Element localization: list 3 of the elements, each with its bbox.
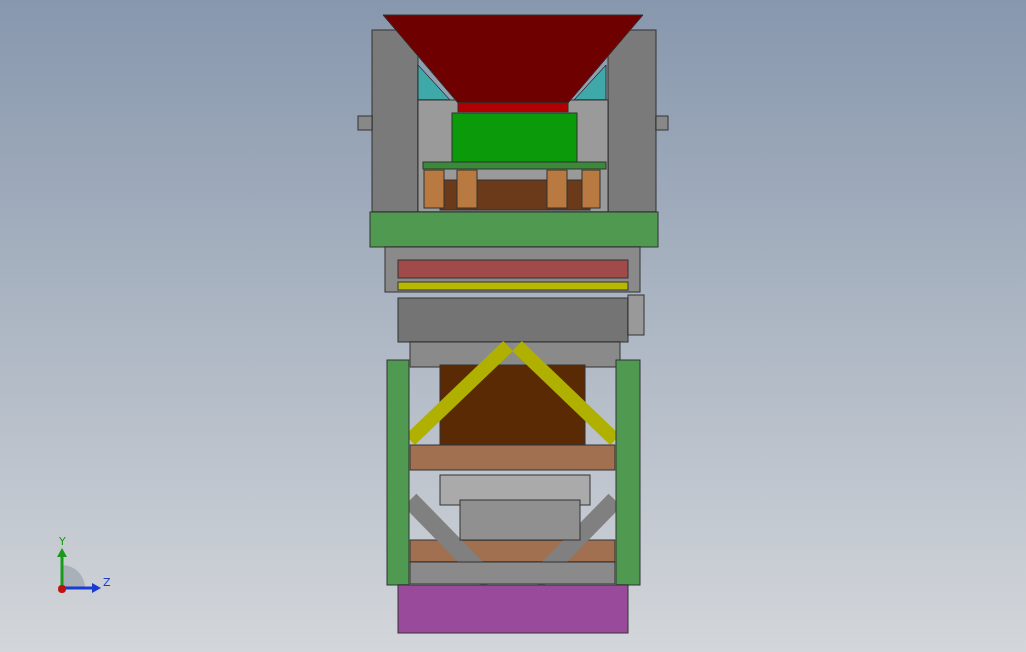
axis-triad-icon — [57, 548, 101, 593]
axis-label: Y — [59, 535, 66, 548]
axis-label: Z — [103, 576, 111, 589]
